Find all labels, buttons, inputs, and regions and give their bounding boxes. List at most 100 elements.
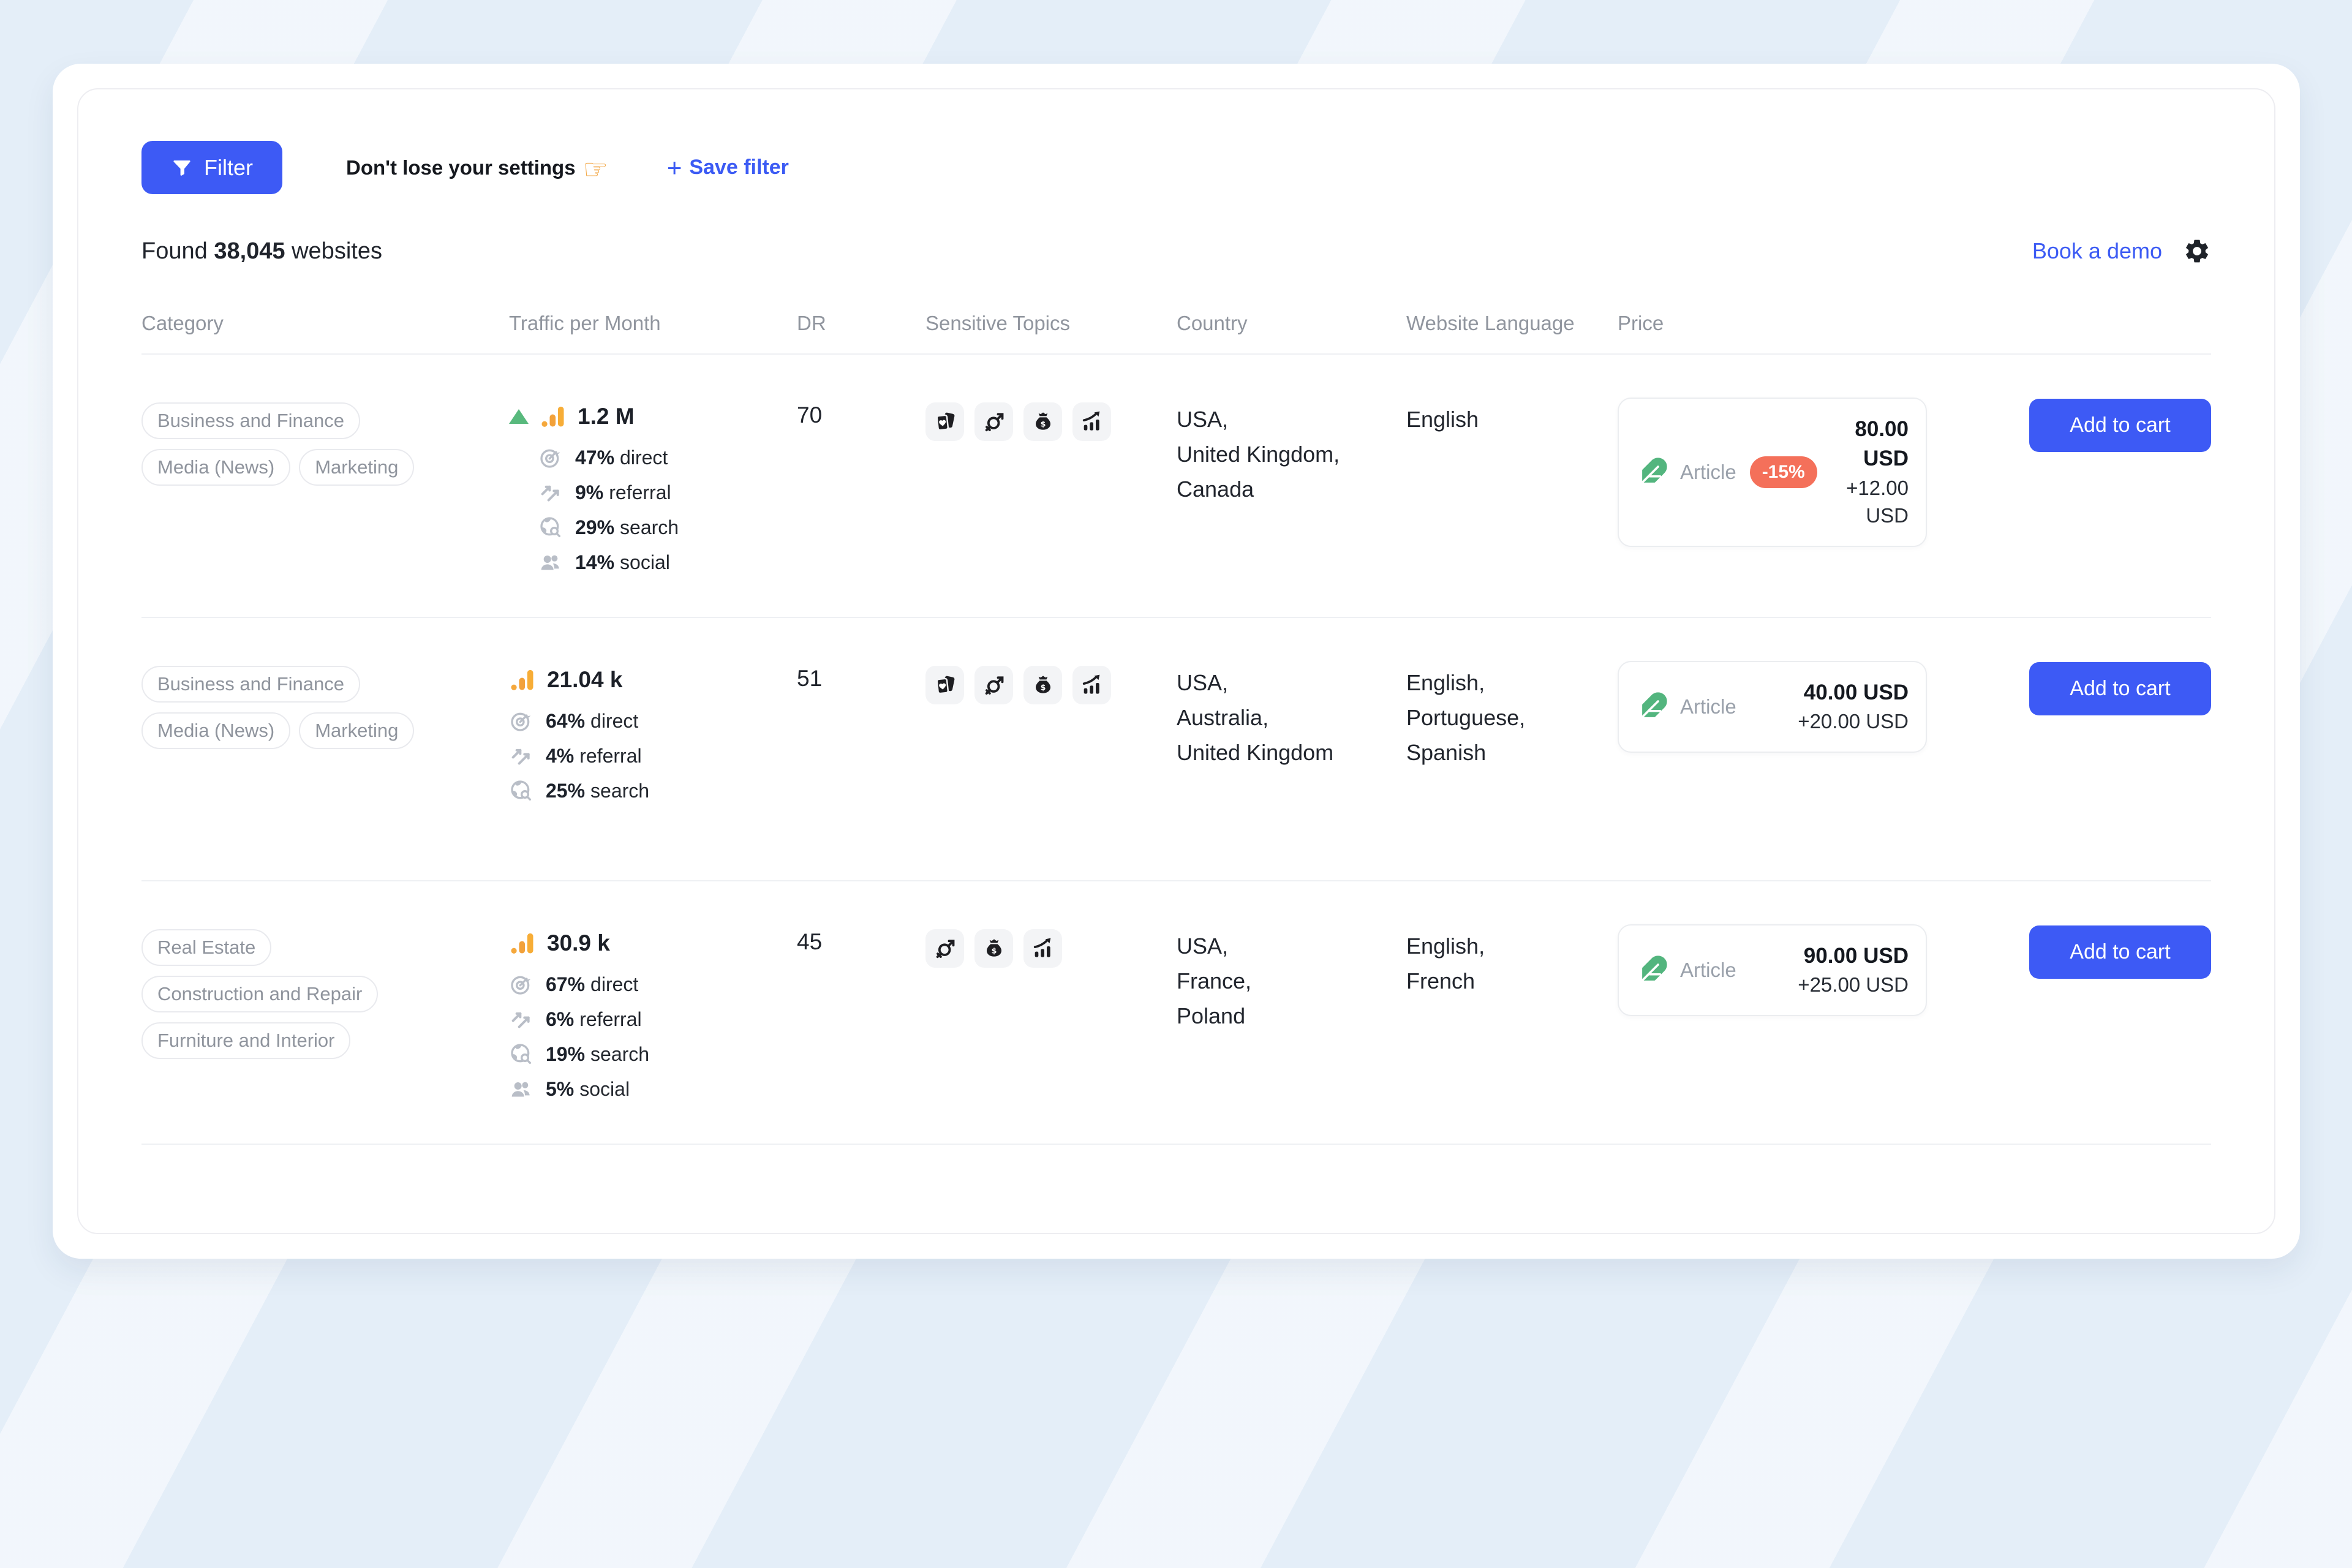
language-cell: English [1406,402,1618,437]
trading-icon [1072,402,1111,441]
category-chip: Business and Finance [141,666,360,703]
add-to-cart-button[interactable]: Add to cart [2029,662,2211,715]
settings-gear-icon[interactable] [2183,237,2211,265]
table-row: Business and Finance Media (News)Marketin… [141,618,2211,881]
trading-icon [1072,666,1111,704]
traffic-source: 6%referral [509,1007,797,1031]
traffic-total: 21.04 k [547,667,622,693]
feather-icon [1636,456,1669,489]
sensitive-topics-cell: $ [925,666,1177,704]
referral-icon [509,1007,533,1031]
table-row: Business and Finance Media (News)Marketin… [141,355,2211,618]
gambling-icon [925,402,964,441]
dr-value: 45 [797,929,925,955]
sensitive-topics-cell: $ [925,402,1177,441]
discount-badge: -15% [1750,456,1817,488]
category-chip: Marketing [299,449,414,486]
dr-value: 70 [797,402,925,428]
results-count-number: 38,045 [214,238,285,264]
referral-icon [509,744,533,768]
toolbar: Filter Don't lose your settings ☞ + Save… [141,141,2211,194]
filter-funnel-icon [171,157,193,179]
traffic-source: 64%direct [509,709,797,733]
col-category: Category [141,312,509,335]
filter-button[interactable]: Filter [141,141,282,194]
price-amount: 40.00 USD [1798,678,1909,707]
book-demo-link[interactable]: Book a demo [2032,238,2162,264]
traffic-source: 14%social [538,550,797,575]
category-chip: Business and Finance [141,402,360,439]
trend-up-icon [509,409,529,424]
price-extra: +25.00 USD [1798,971,1909,999]
col-price: Price [1618,312,2028,335]
traffic-bars-icon [540,402,568,431]
social-icon [509,1077,533,1101]
category-chip: Furniture and Interior [141,1022,350,1059]
col-dr: DR [797,312,925,335]
add-to-cart-button[interactable]: Add to cart [2029,399,2211,452]
category-list: Real Estate Construction and Repair Furnit… [141,929,491,1069]
save-filter-link[interactable]: + Save filter [667,155,789,181]
trading-icon [1023,929,1062,968]
adult-icon [974,666,1013,704]
add-to-cart-button[interactable]: Add to cart [2029,925,2211,979]
loans-icon: $ [1023,666,1062,704]
target-icon [509,972,533,997]
svg-text:$: $ [991,946,997,955]
traffic-source: 19%search [509,1042,797,1066]
category-chip: Construction and Repair [141,976,378,1012]
feather-icon [1636,954,1669,987]
price-amount: 80.00 USD [1828,415,1909,474]
svg-text:$: $ [1040,682,1046,692]
gambling-icon [925,666,964,704]
category-chip: Real Estate [141,929,271,966]
price-cell: Article 40.00 USD +20.00 USD [1618,666,2028,753]
country-cell: USA, Australia, United Kingdom [1177,666,1406,771]
settings-hint: Don't lose your settings ☞ [346,151,608,184]
category-chip: Media (News) [141,712,290,749]
feather-icon [1636,690,1669,723]
country-cell: USA, France, Poland [1177,929,1406,1034]
results-actions: Book a demo [2032,237,2211,265]
price-card[interactable]: Article 40.00 USD +20.00 USD [1618,661,1927,753]
traffic-source: 29%search [538,515,797,540]
language-cell: English, Portuguese, Spanish [1406,666,1618,771]
category-list: Business and Finance Media (News)Marketin… [141,402,491,496]
results-count: Found 38,045 websites [141,238,382,265]
col-country: Country [1177,312,1406,335]
col-actions [2028,312,2211,335]
filter-button-label: Filter [204,155,253,181]
traffic-bars-icon [509,929,537,957]
traffic-source: 9%referral [538,480,797,505]
point-right-icon: ☞ [583,153,608,186]
traffic-source: 47%direct [538,445,797,470]
category-list: Business and Finance Media (News)Marketin… [141,666,491,759]
results-bar: Found 38,045 websites Book a demo [141,237,2211,265]
search-icon [509,778,533,803]
price-type: Article [1680,461,1736,484]
price-card[interactable]: Article 90.00 USD +25.00 USD [1618,924,1927,1016]
language-cell: English, French [1406,929,1618,999]
referral-icon [538,480,563,505]
category-chip: Media (News) [141,449,290,486]
svg-text:$: $ [1040,419,1046,428]
category-chip: Marketing [299,712,414,749]
traffic-source: 25%search [509,778,797,803]
traffic-cell: 21.04 k 64%direct 4%referral [509,666,797,813]
col-website-language: Website Language [1406,312,1618,335]
traffic-cell: 1.2 M 47%direct 9%referral [509,402,797,585]
traffic-total: 1.2 M [578,404,635,429]
plus-icon: + [667,155,682,181]
price-cell: Article 90.00 USD +25.00 USD [1618,929,2028,1016]
price-type: Article [1680,959,1736,982]
sensitive-topics-cell: $ [925,929,1177,968]
search-icon [509,1042,533,1066]
main-card: Filter Don't lose your settings ☞ + Save… [53,64,2300,1259]
price-card[interactable]: Article -15% 80.00 USD +12.00 USD [1618,398,1927,547]
content-panel: Filter Don't lose your settings ☞ + Save… [77,88,2275,1234]
dr-value: 51 [797,666,925,692]
traffic-source: 67%direct [509,972,797,997]
adult-icon [925,929,964,968]
price-cell: Article -15% 80.00 USD +12.00 USD [1618,402,2028,547]
col-sensitive-topics: Sensitive Topics [925,312,1177,335]
